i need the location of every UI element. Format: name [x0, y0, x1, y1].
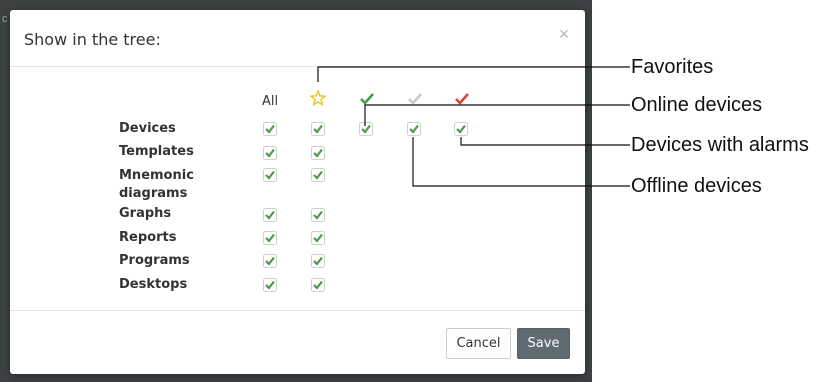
- alarms-callout-line: [460, 137, 630, 146]
- offline-callout-line: [412, 137, 630, 187]
- annotation-favorites: Favorites: [631, 56, 714, 78]
- favorites-callout-line: [317, 66, 630, 82]
- online-callout-line: [364, 104, 630, 126]
- annotation-devices-with-alarms: Devices with alarms: [631, 134, 809, 156]
- annotation-offline-devices: Offline devices: [631, 175, 762, 197]
- annotation-online-devices: Online devices: [631, 94, 763, 116]
